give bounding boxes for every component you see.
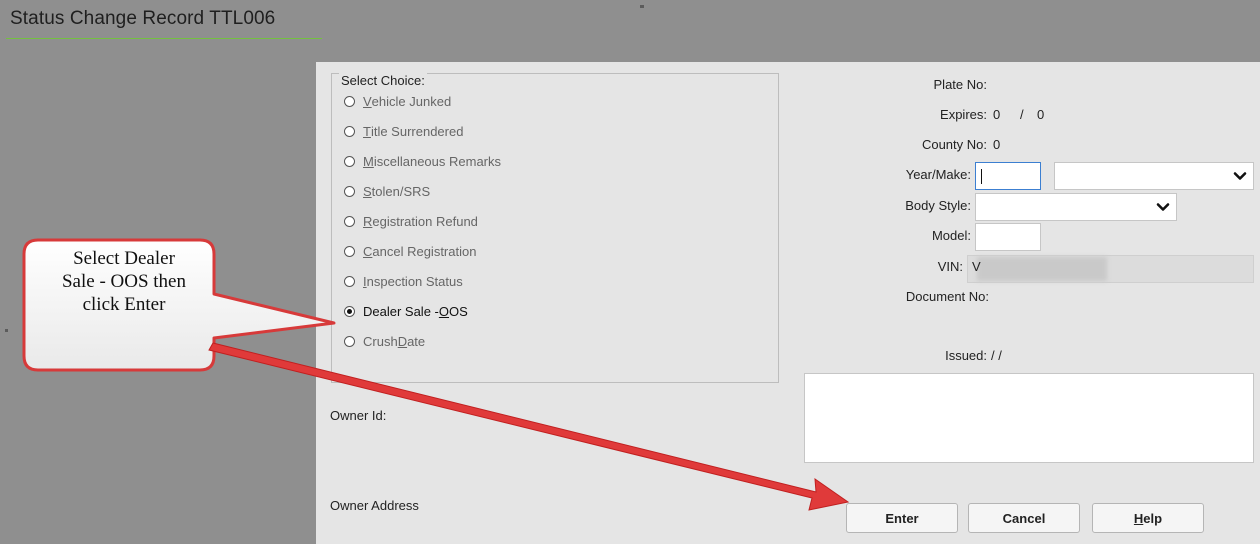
callout-line: Select Dealer xyxy=(73,248,175,269)
callout-text: Select Dealer Sale - OOS then click Ente… xyxy=(34,247,214,316)
callout-line: click Enter xyxy=(82,294,166,315)
callout-line: Sale - OOS then xyxy=(61,271,186,292)
annotation-arrow xyxy=(208,342,850,511)
